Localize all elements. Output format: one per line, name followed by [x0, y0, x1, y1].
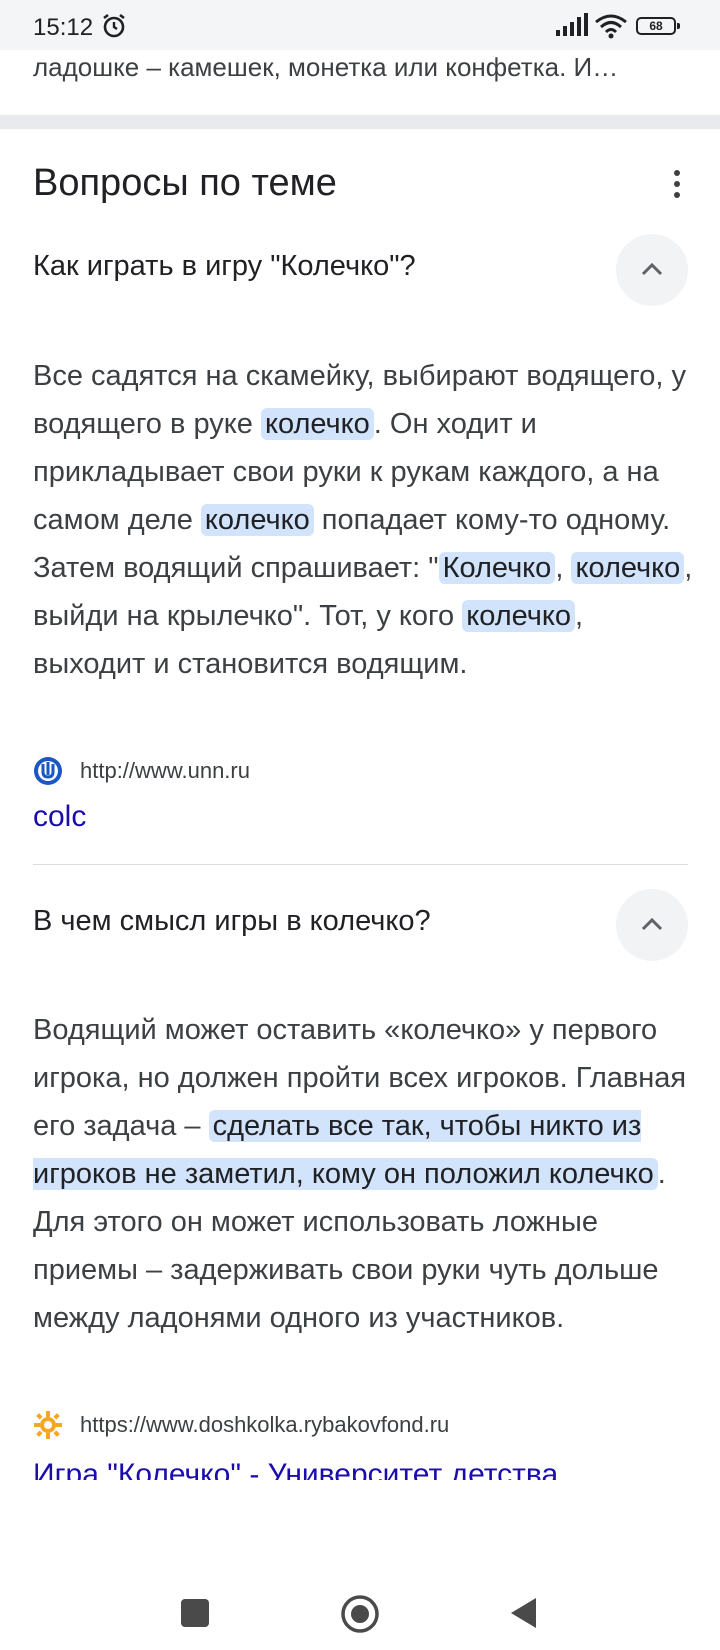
recent-apps-icon[interactable] [181, 1599, 209, 1627]
back-icon[interactable] [508, 1596, 538, 1630]
answer-text: Все садятся на скамейку, выбирают водяще… [33, 352, 693, 688]
more-options-icon[interactable] [665, 170, 689, 204]
collapse-button[interactable] [616, 889, 688, 961]
sun-logo-icon [34, 1411, 62, 1439]
home-icon[interactable] [340, 1594, 380, 1634]
section-divider [0, 115, 720, 129]
unn-logo-icon [34, 757, 62, 785]
separator [33, 864, 688, 865]
source-url: http://www.unn.ru [80, 758, 250, 783]
source-url: https://www.doshkolka.rybakovfond.ru [80, 1412, 450, 1437]
section-title: Вопросы по теме [33, 162, 337, 204]
highlighted-text: колечко [200, 504, 314, 536]
previous-snippet-text: ладошке – камешек, монетка или конфетка.… [33, 52, 619, 82]
collapse-button[interactable] [616, 234, 688, 306]
wifi-icon [595, 14, 627, 39]
status-bar: 15:12 68 [0, 0, 720, 50]
answer-text-segment: , [555, 552, 572, 584]
highlighted-text: колечко [462, 600, 576, 632]
question-title[interactable]: Как играть в игру "Колечко"? [33, 250, 416, 283]
highlighted-text: колечко [260, 408, 374, 440]
status-time: 15:12 [33, 14, 94, 41]
alarm-icon [103, 13, 125, 38]
navigation-bar [0, 1560, 720, 1650]
answer-text: Водящий может оставить «колечко» у перво… [33, 1006, 693, 1342]
chevron-up-icon [641, 917, 663, 931]
highlighted-text: колечко [571, 552, 685, 584]
highlighted-text: Колечко [438, 552, 556, 584]
source-link[interactable]: Игра "Колечко" - Университет детства [33, 1458, 558, 1480]
battery-icon: 68 [636, 17, 680, 35]
chevron-up-icon [641, 262, 663, 276]
signal-icon [556, 13, 588, 36]
question-title[interactable]: В чем смысл игры в колечко? [33, 905, 431, 938]
source-link[interactable]: colc [33, 800, 86, 834]
